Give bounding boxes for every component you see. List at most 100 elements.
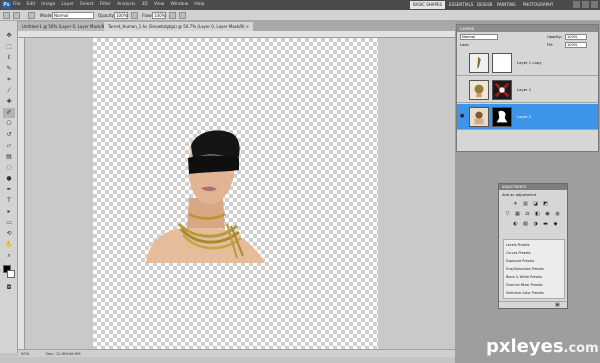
- healing-tool-icon[interactable]: ✚: [3, 97, 15, 107]
- shape-tool-icon[interactable]: ▭: [3, 218, 15, 228]
- pen-tool-icon[interactable]: ✒: [3, 185, 15, 195]
- blend-mode-select[interactable]: Normal: [460, 34, 498, 40]
- gradient-tool-icon[interactable]: ▤: [3, 152, 15, 162]
- quick-mask-icon[interactable]: ◘: [3, 283, 15, 293]
- color-balance-icon[interactable]: ⚖: [524, 211, 531, 217]
- eraser-tool-icon[interactable]: ▱: [3, 141, 15, 151]
- preset-black-white[interactable]: Black & White Presets: [506, 274, 564, 280]
- brush-panel-icon[interactable]: [28, 12, 35, 19]
- photo-filter-icon[interactable]: ◉: [544, 211, 551, 217]
- brush-tool-icon[interactable]: [3, 12, 10, 19]
- curves-icon[interactable]: ◪: [532, 201, 539, 207]
- mode-select[interactable]: Normal: [52, 12, 94, 19]
- menu-filter[interactable]: Filter: [100, 0, 111, 10]
- channel-mixer-icon[interactable]: ◍: [554, 211, 561, 217]
- dodge-tool-icon[interactable]: ●: [3, 174, 15, 184]
- visibility-toggle[interactable]: [460, 87, 466, 92]
- vertical-ruler: [18, 38, 25, 349]
- preset-curves[interactable]: Curves Presets: [506, 250, 564, 256]
- workspace-basic-shapes[interactable]: BASIC SHAPES: [410, 1, 446, 9]
- eyedropper-tool-icon[interactable]: ⁄: [3, 86, 15, 96]
- lasso-tool-icon[interactable]: ℓ: [3, 53, 15, 63]
- quick-select-tool-icon[interactable]: ✎: [3, 64, 15, 74]
- pressure-size-icon[interactable]: [179, 12, 186, 19]
- preset-exposure[interactable]: Exposure Presets: [506, 258, 564, 264]
- layer-name[interactable]: Layer 1 copy: [517, 60, 541, 66]
- menu-help[interactable]: Help: [194, 0, 204, 10]
- invert-icon[interactable]: ◐: [512, 221, 519, 227]
- adjustments-panel-header: ADJUSTMENTS: [499, 184, 567, 190]
- exposure-icon[interactable]: ◩: [542, 201, 549, 207]
- layer-row[interactable]: Layer 1: [457, 77, 598, 103]
- menu-edit[interactable]: Edit: [27, 0, 36, 10]
- layer-name[interactable]: Layer 1: [517, 87, 531, 93]
- pressure-opacity-icon[interactable]: [131, 12, 138, 19]
- workspace-essentials[interactable]: ESSENTIALS: [446, 1, 476, 9]
- maximize-button[interactable]: [582, 1, 589, 8]
- menu-select[interactable]: Select: [80, 0, 94, 10]
- preset-hue-saturation[interactable]: Hue/Saturation Presets: [506, 266, 564, 272]
- adjustments-panel-title[interactable]: ADJUSTMENTS: [502, 184, 526, 190]
- visibility-toggle[interactable]: [460, 60, 466, 65]
- document-canvas[interactable]: [93, 38, 378, 349]
- 3d-rotate-tool-icon[interactable]: ⟲: [3, 229, 15, 239]
- blur-tool-icon[interactable]: ◌: [3, 163, 15, 173]
- fill-input[interactable]: 100%: [565, 42, 587, 48]
- clone-stamp-tool-icon[interactable]: ⎔: [3, 119, 15, 129]
- menu-file[interactable]: File: [13, 0, 21, 10]
- workspace-design[interactable]: DESIGN: [474, 1, 495, 9]
- layer-mask-thumbnail: [492, 107, 512, 127]
- history-brush-tool-icon[interactable]: ↺: [3, 130, 15, 140]
- threshold-icon[interactable]: ◑: [532, 221, 539, 227]
- zoom-level[interactable]: 50%: [21, 350, 29, 358]
- layer-row[interactable]: Layer 1 copy: [457, 50, 598, 76]
- workspace-photography[interactable]: PHOTOGRAPHY: [520, 1, 556, 9]
- brush-tool-icon[interactable]: ✐: [3, 108, 15, 118]
- posterize-icon[interactable]: ▧: [522, 221, 529, 227]
- workspace-painting[interactable]: PAINTING: [494, 1, 519, 9]
- flow-input[interactable]: 100%: [152, 12, 166, 19]
- hand-tool-icon[interactable]: ✋: [3, 240, 15, 250]
- selective-color-icon[interactable]: ◆: [552, 221, 559, 227]
- preset-channel-mixer[interactable]: Channel Mixer Presets: [506, 282, 564, 288]
- type-tool-icon[interactable]: T: [3, 196, 15, 206]
- zoom-tool-icon[interactable]: ⌕: [3, 251, 15, 261]
- hue-saturation-icon[interactable]: ▦: [514, 211, 521, 217]
- layers-panel-title[interactable]: LAYERS: [460, 25, 474, 32]
- opacity-input[interactable]: 100%: [114, 12, 128, 19]
- tab-untitled[interactable]: Untitled-1 @ 50% (Layer 0, Layer Mask/8)…: [18, 22, 115, 31]
- move-tool-icon[interactable]: ✥: [3, 31, 15, 41]
- watermark-main: pxleyes: [486, 336, 564, 357]
- tab-active-document[interactable]: Tarnet_Human_1.hc (Snowtolgtga) @ 50.7% …: [104, 22, 254, 31]
- fill-label: Fill:: [547, 43, 554, 47]
- path-select-tool-icon[interactable]: ▸: [3, 207, 15, 217]
- menu-3d[interactable]: 3D: [141, 0, 147, 10]
- layers-panel: LAYERS Normal Opacity: 100% Lock: Fill: …: [456, 24, 599, 152]
- lock-label: Lock:: [460, 43, 470, 47]
- brush-preset-icon[interactable]: [13, 12, 20, 19]
- menu-view[interactable]: View: [154, 0, 165, 10]
- eye-icon[interactable]: ●: [460, 114, 466, 119]
- layer-name[interactable]: Layer 0: [517, 114, 531, 120]
- preset-selective-color[interactable]: Selective Color Presets: [506, 290, 564, 296]
- layer-opacity-input[interactable]: 100%: [565, 34, 587, 40]
- layer-row-selected[interactable]: ● Layer 0: [457, 104, 598, 130]
- menu-layer[interactable]: Layer: [61, 0, 74, 10]
- brightness-icon[interactable]: ☀: [512, 201, 519, 207]
- menu-window[interactable]: Window: [171, 0, 189, 10]
- close-button[interactable]: [591, 1, 598, 8]
- vibrance-icon[interactable]: ▽: [504, 211, 511, 217]
- black-white-icon[interactable]: ◧: [534, 211, 541, 217]
- menu-image[interactable]: Image: [41, 0, 55, 10]
- minimize-button[interactable]: [573, 1, 580, 8]
- menu-analysis[interactable]: Analysis: [117, 0, 136, 10]
- preset-levels[interactable]: Levels Presets: [506, 242, 564, 248]
- marquee-tool-icon[interactable]: ⬚: [3, 42, 15, 52]
- canvas-area[interactable]: [25, 38, 455, 349]
- gradient-map-icon[interactable]: ▬: [542, 221, 549, 227]
- airbrush-icon[interactable]: [169, 12, 176, 19]
- crop-tool-icon[interactable]: ⌗: [3, 75, 15, 85]
- levels-icon[interactable]: ▥: [522, 201, 529, 207]
- new-adjustment-icon[interactable]: ▣: [555, 303, 561, 308]
- background-color-swatch[interactable]: [7, 270, 15, 278]
